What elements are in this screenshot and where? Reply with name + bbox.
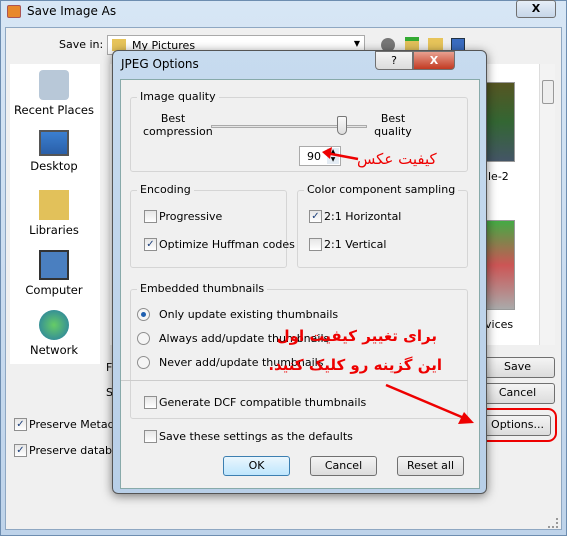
scrollbar-thumb[interactable] (542, 80, 554, 104)
dcf-thumbnails-label: Generate DCF compatible thumbnails (159, 396, 367, 409)
optimize-huffman-checkbox[interactable]: ✓ (144, 238, 157, 251)
best-compression-label: Best compression (143, 112, 213, 138)
app-icon (7, 5, 21, 18)
red-arrow-options (385, 383, 474, 424)
save-defaults-checkbox[interactable] (144, 430, 157, 443)
network-icon (39, 310, 69, 340)
help-button[interactable]: ? (375, 51, 413, 70)
preserve-metadata-checkbox[interactable]: ✓ (14, 418, 27, 431)
reset-all-button[interactable]: Reset all (397, 456, 464, 476)
progressive-checkbox[interactable] (144, 210, 157, 223)
window-title: Save Image As (27, 4, 117, 18)
ok-button[interactable]: OK (223, 456, 290, 476)
never-add-radio[interactable] (137, 356, 150, 369)
place-computer[interactable]: Computer (10, 250, 98, 297)
cancel-button[interactable]: Cancel (480, 383, 555, 404)
only-update-radio[interactable] (137, 308, 150, 321)
quality-value: 90 (307, 150, 321, 163)
always-add-radio[interactable] (137, 332, 150, 345)
file-thumbnail[interactable] (485, 82, 515, 162)
only-update-label: Only update existing thumbnails (159, 308, 339, 321)
place-recent-places[interactable]: Recent Places (10, 70, 98, 117)
horizontal-sampling-label: 2:1 Horizontal (324, 210, 402, 223)
libraries-icon (39, 190, 69, 220)
red-arrow-quality (322, 147, 359, 161)
save-defaults-label: Save these settings as the defaults (159, 430, 353, 443)
place-desktop[interactable]: Desktop (10, 130, 98, 173)
annotation-line1: برای تغییر کیفیت اول (276, 327, 437, 345)
computer-icon (39, 250, 69, 280)
save-in-label: Save in: (59, 38, 104, 51)
annotation-quality: کیفیت عکس (357, 150, 437, 168)
progressive-label: Progressive (159, 210, 223, 223)
optimize-huffman-label: Optimize Huffman codes (159, 238, 295, 251)
desktop-icon (39, 130, 69, 156)
file-name: le-2 (488, 170, 509, 183)
resize-grip[interactable] (548, 518, 558, 528)
preserve-database-label: Preserve databas (29, 444, 125, 457)
annotation-line2: این گزینه رو کلیک کنید. (268, 356, 442, 374)
place-network[interactable]: Network (10, 310, 98, 357)
horizontal-sampling-checkbox[interactable]: ✓ (309, 210, 322, 223)
slider-thumb[interactable] (337, 116, 348, 135)
encoding-group: Encoding (130, 183, 287, 268)
quality-slider[interactable] (211, 112, 367, 138)
file-thumbnail[interactable] (485, 220, 515, 310)
preserve-database-checkbox[interactable]: ✓ (14, 444, 27, 457)
vertical-scrollbar[interactable] (539, 64, 555, 345)
place-libraries[interactable]: Libraries (10, 190, 98, 237)
jpeg-cancel-button[interactable]: Cancel (310, 456, 377, 476)
save-button[interactable]: Save (480, 357, 555, 378)
color-sampling-group: Color component sampling (297, 183, 468, 268)
best-quality-label: Best quality (374, 112, 412, 138)
jpeg-close-button[interactable]: X (413, 51, 455, 70)
vertical-sampling-label: 2:1 Vertical (324, 238, 387, 251)
vertical-sampling-checkbox[interactable] (309, 238, 322, 251)
red-highlight-circle (477, 408, 557, 442)
jpeg-dialog-title: JPEG Options (121, 57, 199, 71)
window-close-button[interactable]: X (516, 0, 556, 18)
dcf-thumbnails-checkbox[interactable] (144, 396, 157, 409)
file-name: vices (485, 318, 514, 331)
recent-places-icon (39, 70, 69, 100)
chevron-down-icon: ▼ (353, 39, 360, 48)
